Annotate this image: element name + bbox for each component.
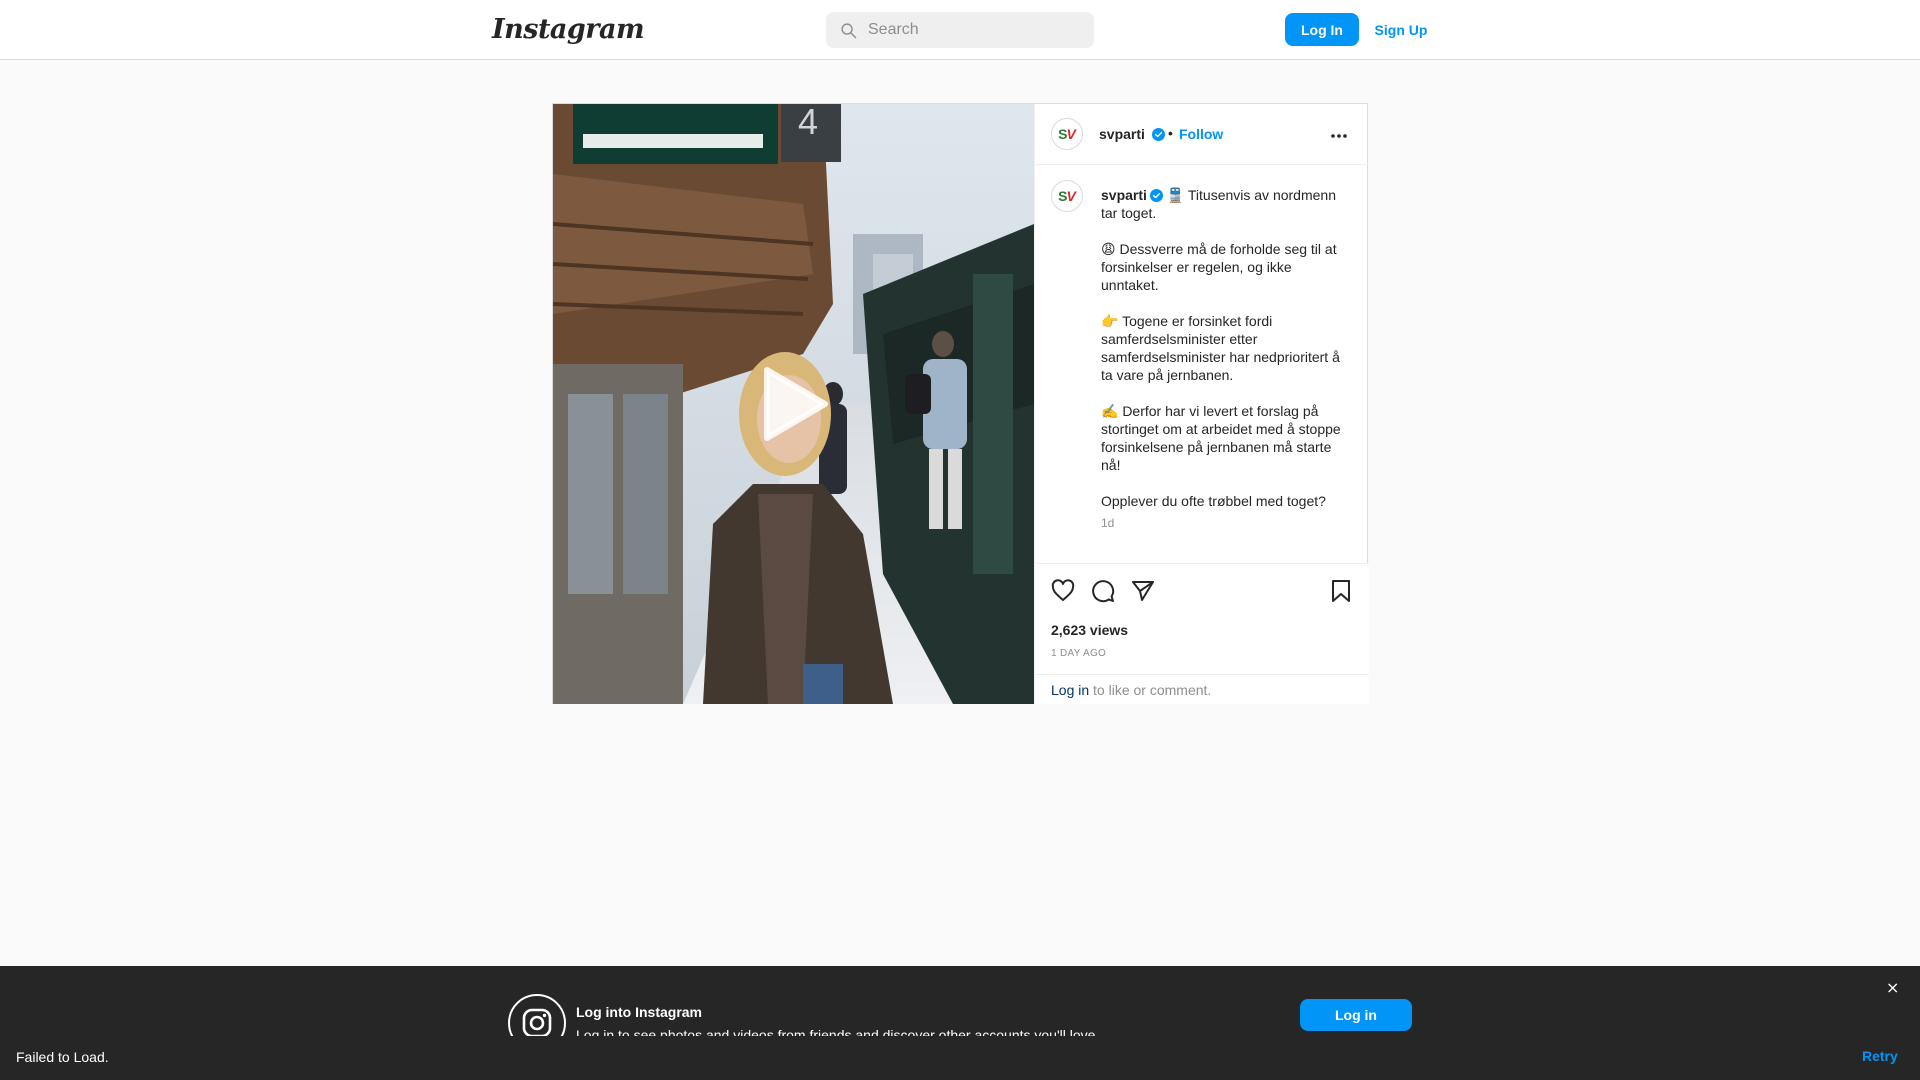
follow-button[interactable]: Follow bbox=[1179, 126, 1223, 142]
instagram-glyph-icon bbox=[508, 994, 566, 1036]
comment-icon[interactable] bbox=[1091, 579, 1115, 603]
more-options-icon[interactable] bbox=[1329, 126, 1349, 146]
close-icon[interactable]: × bbox=[1886, 978, 1899, 997]
separator-dot: • bbox=[1168, 125, 1173, 141]
caption-timestamp: 1d bbox=[1101, 516, 1115, 530]
search-icon bbox=[841, 23, 857, 39]
like-heart-icon[interactable] bbox=[1051, 579, 1075, 603]
login-prompt-suffix: to like or comment. bbox=[1089, 682, 1212, 698]
post-header: SV svparti • Follow bbox=[1035, 104, 1369, 165]
instagram-logo[interactable]: Instagram bbox=[492, 14, 645, 45]
avatar[interactable]: SV bbox=[1051, 118, 1083, 150]
post-author[interactable]: svparti bbox=[1099, 126, 1165, 142]
error-toast: Failed to Load. Retry bbox=[0, 1036, 1920, 1080]
banner-subtitle: Log in to see photos and videos from fri… bbox=[576, 1027, 1100, 1036]
banner-login-button[interactable]: Log in bbox=[1300, 999, 1412, 1031]
video-player[interactable]: 4 bbox=[553, 104, 1034, 704]
verified-badge-icon bbox=[1149, 189, 1163, 202]
search-input[interactable] bbox=[868, 12, 1088, 48]
search-box[interactable] bbox=[826, 12, 1094, 48]
login-prompt: Log in to like or comment. bbox=[1035, 674, 1369, 705]
caption-line-5: Opplever du ofte trøbbel med toget? bbox=[1101, 493, 1326, 509]
caption-username[interactable]: svparti bbox=[1101, 187, 1147, 203]
caption-line-3: 👉 Togene er forsinket fordi samferdselsm… bbox=[1101, 313, 1340, 383]
login-banner: Log into Instagram Log in to see photos … bbox=[0, 966, 1920, 1036]
toast-message: Failed to Load. bbox=[16, 1049, 109, 1065]
post-actions: 2,623 views 1 DAY AGO Log in to like or … bbox=[1035, 563, 1369, 704]
caption-text: svparti 🚆 Titusenvis av nordmenn tar tog… bbox=[1101, 186, 1343, 532]
post-card: 4 S V svparti • Follow S V svparti 🚆 Tit… bbox=[552, 103, 1369, 704]
author-username[interactable]: svparti bbox=[1099, 126, 1145, 142]
share-send-icon[interactable] bbox=[1131, 579, 1155, 603]
post-time-ago: 1 DAY AGO bbox=[1051, 648, 1107, 659]
signup-button[interactable]: Sign Up bbox=[1368, 13, 1434, 46]
save-bookmark-icon[interactable] bbox=[1329, 579, 1353, 603]
top-navbar: Instagram Log In Sign Up bbox=[0, 0, 1920, 60]
platform-number: 4 bbox=[798, 104, 818, 142]
retry-button[interactable]: Retry bbox=[1862, 1048, 1898, 1064]
caption-paragraph: svparti 🚆 Titusenvis av nordmenn tar tog… bbox=[1101, 186, 1343, 222]
avatar-letter-v: V bbox=[1066, 126, 1076, 142]
caption-line-4: ✍️ Derfor har vi levert et forslag på st… bbox=[1101, 403, 1341, 473]
caption-line-2: 😩 Dessverre må de forholde seg til at fo… bbox=[1101, 241, 1337, 293]
login-button[interactable]: Log In bbox=[1285, 13, 1359, 46]
caption-avatar[interactable]: SV bbox=[1051, 180, 1083, 212]
verified-badge-icon bbox=[1151, 128, 1165, 141]
login-link[interactable]: Log in bbox=[1051, 682, 1089, 698]
avatar-letter-v: V bbox=[1066, 188, 1076, 204]
caption-area: SV svparti 🚆 Titusenvis av nordmenn tar … bbox=[1035, 166, 1369, 566]
view-count: 2,623 views bbox=[1051, 622, 1129, 638]
post-sidebar: SV svparti • Follow SV svparti 🚆 Titusen… bbox=[1034, 104, 1369, 704]
play-icon[interactable] bbox=[763, 366, 829, 442]
banner-title: Log into Instagram bbox=[576, 1004, 702, 1020]
